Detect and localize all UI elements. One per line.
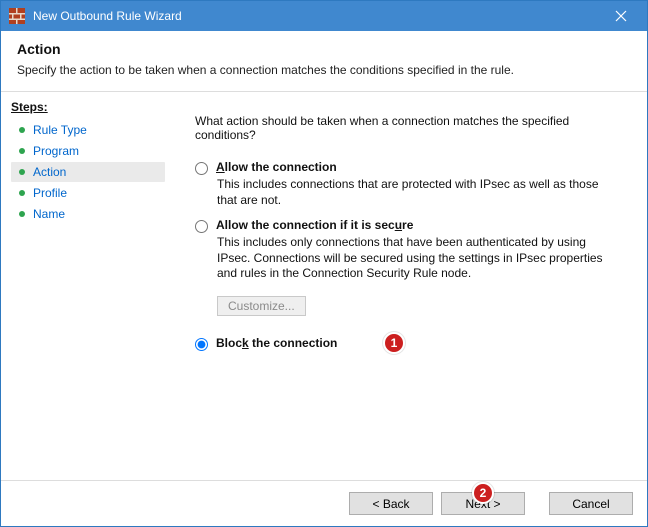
step-label: Rule Type bbox=[33, 123, 87, 137]
step-rule-type[interactable]: Rule Type bbox=[11, 120, 165, 140]
option-block-label[interactable]: Block the connection bbox=[216, 336, 337, 350]
customize-button: Customize... bbox=[217, 296, 306, 316]
wizard-body: Steps: Rule Type Program Action Profile … bbox=[1, 92, 647, 480]
page-title: Action bbox=[17, 41, 631, 57]
bullet-icon bbox=[19, 169, 25, 175]
step-action[interactable]: Action bbox=[11, 162, 165, 182]
close-button[interactable] bbox=[601, 1, 641, 31]
page-subtitle: Specify the action to be taken when a co… bbox=[17, 63, 631, 77]
radio-allow[interactable] bbox=[195, 162, 208, 175]
bullet-icon bbox=[19, 127, 25, 133]
steps-sidebar: Steps: Rule Type Program Action Profile … bbox=[1, 92, 171, 480]
next-button[interactable]: Next > bbox=[441, 492, 525, 515]
radio-block[interactable] bbox=[195, 338, 208, 351]
next-button-wrap: Next > 2 bbox=[441, 492, 525, 515]
annotation-badge-1: 1 bbox=[383, 332, 405, 354]
close-icon bbox=[615, 10, 627, 22]
option-allow-row: Allow the connection bbox=[195, 160, 623, 175]
cancel-button[interactable]: Cancel bbox=[549, 492, 633, 515]
option-block-row: Block the connection 1 bbox=[195, 336, 623, 351]
option-allow-desc: This includes connections that are prote… bbox=[217, 177, 617, 208]
step-label: Program bbox=[33, 144, 79, 158]
radio-allow-secure[interactable] bbox=[195, 220, 208, 233]
main-panel: What action should be taken when a conne… bbox=[171, 92, 647, 480]
back-button[interactable]: < Back bbox=[349, 492, 433, 515]
step-profile[interactable]: Profile bbox=[11, 183, 165, 203]
option-allow-label[interactable]: Allow the connection bbox=[216, 160, 337, 174]
option-allow-secure-label[interactable]: Allow the connection if it is secure bbox=[216, 218, 413, 232]
window-title: New Outbound Rule Wizard bbox=[33, 9, 601, 23]
step-label: Action bbox=[33, 165, 66, 179]
step-label: Profile bbox=[33, 186, 67, 200]
option-allow-secure-desc: This includes only connections that have… bbox=[217, 235, 617, 282]
wizard-footer: < Back Next > 2 Cancel bbox=[1, 480, 647, 526]
bullet-icon bbox=[19, 148, 25, 154]
option-allow-secure-row: Allow the connection if it is secure bbox=[195, 218, 623, 233]
titlebar: New Outbound Rule Wizard bbox=[1, 1, 647, 31]
wizard-header: Action Specify the action to be taken wh… bbox=[1, 31, 647, 92]
firewall-icon bbox=[9, 8, 25, 24]
bullet-icon bbox=[19, 211, 25, 217]
prompt-text: What action should be taken when a conne… bbox=[195, 114, 623, 142]
step-program[interactable]: Program bbox=[11, 141, 165, 161]
steps-heading: Steps: bbox=[11, 100, 171, 114]
bullet-icon bbox=[19, 190, 25, 196]
step-name[interactable]: Name bbox=[11, 204, 165, 224]
wizard-window: New Outbound Rule Wizard Action Specify … bbox=[0, 0, 648, 527]
step-label: Name bbox=[33, 207, 65, 221]
